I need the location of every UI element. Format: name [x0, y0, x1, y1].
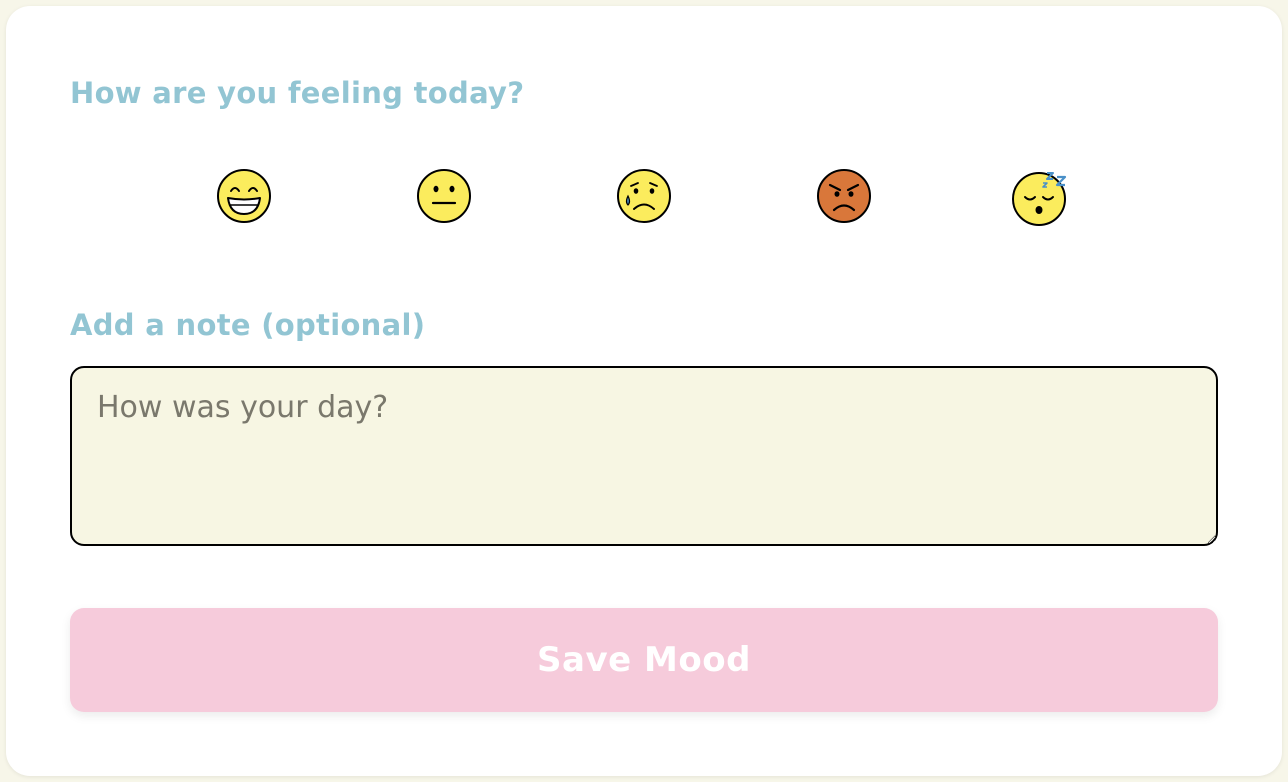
mood-question-heading: How are you feeling today? — [70, 76, 525, 110]
sleeping-face-icon — [1012, 172, 1067, 226]
mood-option-angry[interactable] — [744, 146, 944, 246]
note-label: Add a note (optional) — [70, 308, 426, 342]
mood-card: How are you feeling today? Add a note (o… — [6, 6, 1282, 776]
mood-options — [144, 146, 1144, 246]
note-textarea[interactable] — [70, 366, 1218, 546]
mood-option-tired[interactable] — [944, 146, 1144, 246]
mood-option-neutral[interactable] — [344, 146, 544, 246]
angry-face-icon — [817, 169, 871, 223]
grinning-face-icon — [217, 169, 271, 223]
save-mood-button[interactable]: Save Mood — [70, 608, 1218, 712]
neutral-face-icon — [417, 169, 471, 223]
crying-face-icon — [617, 169, 671, 223]
mood-option-sad[interactable] — [544, 146, 744, 246]
mood-option-happy[interactable] — [144, 146, 344, 246]
